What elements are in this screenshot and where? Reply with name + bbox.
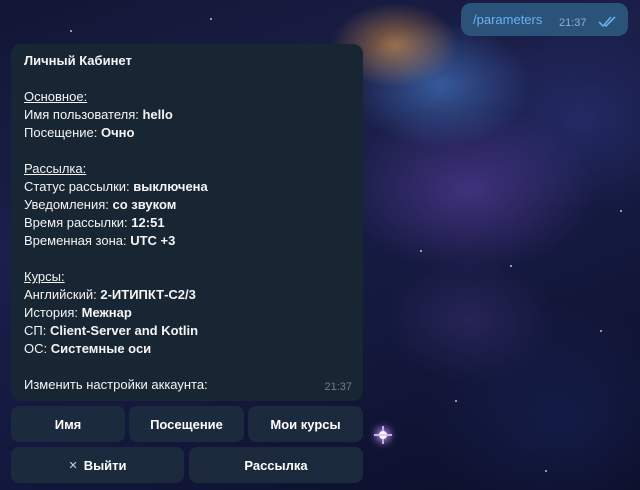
chat-screen: /parameters 21:37 Личный Кабинет Основно… [0,0,640,490]
info-label: Имя пользователя: [24,107,143,122]
info-value: Межнар [81,305,132,320]
info-value: 2-ИТИПКТ-С2/3 [100,287,196,302]
info-row-attendance: Посещение: Очно [24,125,134,141]
section-header-courses: Курсы: [24,269,65,284]
background-star [545,470,547,472]
incoming-message-time: 21:37 [324,381,352,393]
info-value: hello [142,107,173,122]
name-button-label: Имя [54,416,82,432]
attendance-button[interactable]: Посещение [129,406,244,442]
my-courses-button-label: Мои курсы [270,416,341,432]
info-label: Время рассылки: [24,215,132,230]
message-title: Личный Кабинет [24,53,132,68]
message-footer-text: Изменить настройки аккаунта: [24,377,208,392]
section-header-basic: Основное: [24,89,88,104]
info-row-course-history: История: Межнар [24,305,132,321]
info-row-notifications: Уведомления: со звуком [24,197,176,213]
mailing-button-label: Рассылка [244,457,308,473]
info-value: Очно [100,125,135,140]
background-star [210,18,212,20]
info-value: 12:51 [131,215,165,230]
double-check-icon [598,16,616,28]
info-label: ОС: [24,341,51,356]
name-button[interactable]: Имя [11,406,125,442]
info-row-course-english: Английский: 2-ИТИПКТ-С2/3 [24,287,196,303]
outgoing-message[interactable]: /parameters 21:37 [461,3,628,36]
info-value: Системные оси [50,341,152,356]
attendance-button-label: Посещение [150,416,223,432]
info-label: СП: [24,323,50,338]
info-row-username: Имя пользователя: hello [24,107,173,123]
bright-star-decoration [374,426,392,444]
info-label: Уведомления: [24,197,113,212]
info-value: Client-Server and Kotlin [49,323,199,338]
incoming-message[interactable]: Личный Кабинет Основное: Имя пользовател… [11,44,363,401]
info-label: Временная зона: [24,233,131,248]
info-value: выключена [133,179,208,194]
info-value: UTC +3 [130,233,176,248]
bright-star-core [379,431,387,439]
info-label: Статус рассылки: [24,179,134,194]
info-label: История: [24,305,82,320]
info-value: со звуком [112,197,177,212]
info-row-timezone: Временная зона: UTC +3 [24,233,175,249]
close-icon: ✕ [68,459,78,472]
background-star [455,400,457,402]
background-star [420,250,422,252]
info-label: Посещение: [24,125,101,140]
logout-button[interactable]: ✕ Выйти [11,447,184,483]
section-header-mailing: Рассылка: [24,161,87,176]
outgoing-message-text[interactable]: /parameters [473,12,542,27]
logout-button-label: Выйти [83,457,127,473]
info-row-course-sp: СП: Client-Server and Kotlin [24,323,198,339]
outgoing-message-time: 21:37 [559,17,587,29]
info-row-mailing-status: Статус рассылки: выключена [24,179,208,195]
info-label: Английский: [24,287,101,302]
background-star [620,210,622,212]
info-row-mailing-time: Время рассылки: 12:51 [24,215,165,231]
mailing-button[interactable]: Рассылка [189,447,363,483]
my-courses-button[interactable]: Мои курсы [248,406,363,442]
background-star [70,30,72,32]
info-row-course-os: ОС: Системные оси [24,341,151,357]
background-star [600,330,602,332]
background-star [510,265,512,267]
